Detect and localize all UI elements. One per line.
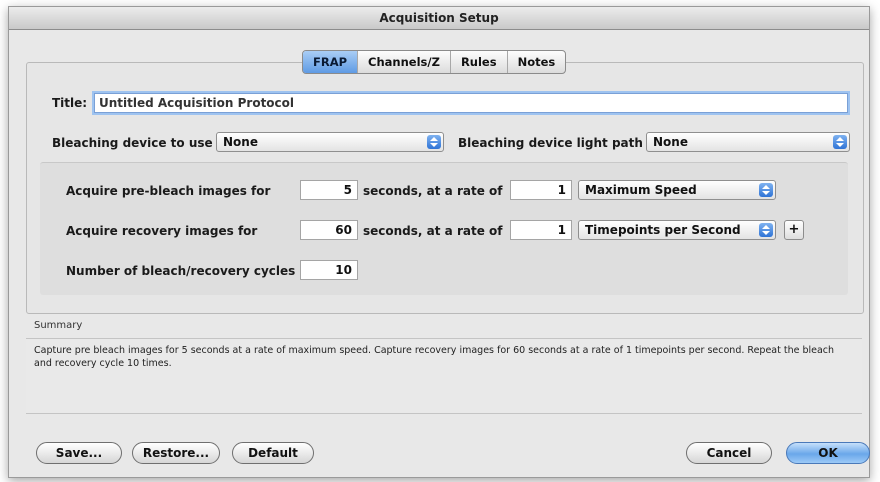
- default-button[interactable]: Default: [232, 442, 314, 464]
- cancel-button[interactable]: Cancel: [686, 442, 772, 464]
- ok-button[interactable]: OK: [786, 442, 870, 464]
- recovery-rate-text: seconds, at a rate of: [363, 224, 503, 238]
- bleach-device-label: Bleaching device to use: [52, 136, 213, 150]
- light-path-label: Bleaching device light path: [458, 136, 643, 150]
- chevron-updown-icon: [759, 183, 773, 197]
- pre-bleach-mode-select[interactable]: Maximum Speed: [578, 180, 776, 200]
- pre-bleach-rate-field[interactable]: 1: [510, 180, 572, 200]
- chevron-updown-icon: [833, 135, 847, 149]
- bleach-device-select[interactable]: None: [216, 132, 444, 152]
- cycles-field[interactable]: 10: [300, 260, 358, 280]
- cycles-label: Number of bleach/recovery cycles: [66, 264, 296, 278]
- chevron-updown-icon: [427, 135, 441, 149]
- save-button[interactable]: Save...: [36, 442, 122, 464]
- tab-bar: FRAP Channels/Z Rules Notes: [302, 50, 567, 74]
- recovery-mode-value: Timepoints per Second: [585, 223, 741, 237]
- tab-frap[interactable]: FRAP: [303, 51, 359, 73]
- tab-channels-z[interactable]: Channels/Z: [358, 51, 451, 73]
- summary-label: Summary: [34, 320, 83, 331]
- light-path-select[interactable]: None: [646, 132, 850, 152]
- pre-bleach-rate-text: seconds, at a rate of: [363, 184, 503, 198]
- pre-bleach-seconds-field[interactable]: 5: [300, 180, 358, 200]
- summary-text: Capture pre bleach images for 5 seconds …: [26, 338, 862, 414]
- add-rate-button[interactable]: +: [784, 220, 804, 240]
- recovery-rate-field[interactable]: 1: [510, 220, 572, 240]
- pre-bleach-label: Acquire pre-bleach images for: [66, 184, 271, 198]
- tab-rules[interactable]: Rules: [451, 51, 508, 73]
- chevron-updown-icon: [759, 223, 773, 237]
- recovery-label: Acquire recovery images for: [66, 224, 258, 238]
- bleach-device-value: None: [223, 135, 258, 149]
- recovery-seconds-field[interactable]: 60: [300, 220, 358, 240]
- title-label: Title:: [52, 96, 88, 110]
- recovery-mode-select[interactable]: Timepoints per Second: [578, 220, 776, 240]
- window-title: Acquisition Setup: [9, 7, 869, 30]
- tab-notes[interactable]: Notes: [508, 51, 566, 73]
- light-path-value: None: [653, 135, 688, 149]
- pre-bleach-mode-value: Maximum Speed: [585, 183, 697, 197]
- restore-button[interactable]: Restore...: [132, 442, 220, 464]
- title-input[interactable]: Untitled Acquisition Protocol: [94, 93, 848, 113]
